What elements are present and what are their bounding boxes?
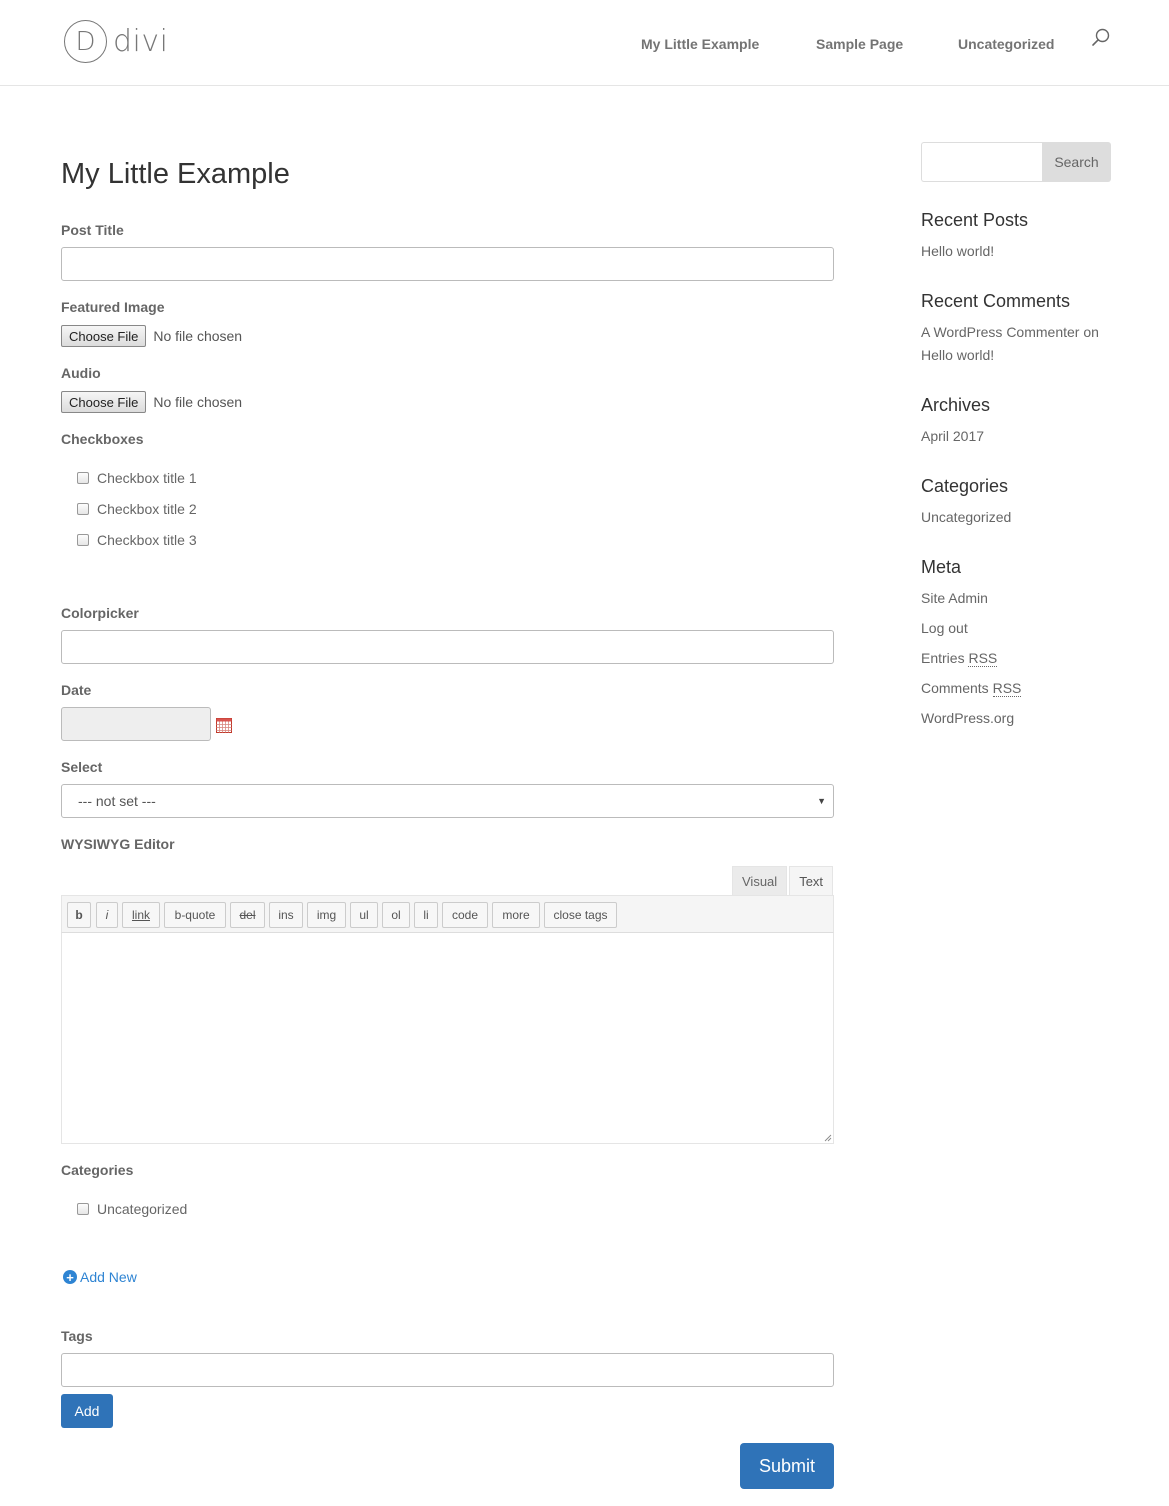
checkboxes-label: Checkboxes [61,431,144,447]
recent-posts-heading: Recent Posts [921,210,1029,230]
recent-post-link[interactable]: Hello world! [921,243,994,259]
toolbar-img-button[interactable]: img [307,902,346,928]
recent-comments-heading: Recent Comments [921,291,1071,311]
colorpicker-label: Colorpicker [61,605,139,621]
toolbar-del-button[interactable]: del [230,902,265,928]
comments-label: Comments [921,680,989,696]
archive-link[interactable]: April 2017 [921,428,984,444]
checkbox-label: Checkbox title 3 [97,532,197,548]
meta-heading: Meta [921,557,962,577]
category-item-uncategorized[interactable]: Uncategorized [77,1201,187,1217]
tab-visual[interactable]: Visual [732,866,788,896]
nav-item-sample-page[interactable]: Sample Page [816,36,903,52]
toolbar-bold-button[interactable]: b [67,902,91,928]
sidebar-category-link[interactable]: Uncategorized [921,509,1011,525]
audio-label: Audio [61,365,101,381]
toolbar-close-tags-button[interactable]: close tags [544,902,617,928]
wysiwyg-label: WYSIWYG Editor [61,836,175,852]
archives-heading: Archives [921,395,991,415]
checkbox-item-2[interactable]: Checkbox title 2 [77,501,197,517]
toolbar-ol-button[interactable]: ol [382,902,410,928]
featured-image-label: Featured Image [61,299,165,315]
toolbar-ul-button[interactable]: ul [350,902,378,928]
checkbox[interactable] [77,534,89,546]
recent-comment-line: A WordPress Commenter on [921,324,1099,340]
resize-handle-icon[interactable] [824,1134,832,1142]
categories-label: Categories [61,1162,134,1178]
select-dropdown[interactable]: --- not set --- ▼ [61,784,834,818]
plus-circle-icon: + [63,1270,77,1284]
toolbar-li-button[interactable]: li [414,902,438,928]
site-header: D divi My Little Example Sample Page Unc… [0,0,1169,86]
calendar-icon[interactable] [216,718,232,733]
meta-entries-rss-link[interactable]: Entries RSS [921,650,998,667]
rss-abbr: RSS [992,680,1022,697]
featured-image-file-status: No file chosen [153,328,243,344]
meta-wordpress-org-link[interactable]: WordPress.org [921,710,1014,726]
toolbar-italic-button[interactable]: i [96,902,118,928]
checkbox-item-1[interactable]: Checkbox title 1 [77,470,197,486]
editor-toolbar: b i link b-quote del ins img ul ol li co… [61,895,834,933]
nav-item-my-little-example[interactable]: My Little Example [641,36,759,52]
page-title: My Little Example [61,158,290,190]
tags-input[interactable] [61,1353,834,1387]
featured-image-choose-file-button[interactable]: Choose File [61,325,147,347]
tab-text[interactable]: Text [789,866,834,896]
select-value: --- not set --- [78,793,156,809]
audio-file: Choose File No file chosen [61,391,242,413]
post-title-label: Post Title [61,222,124,238]
recent-comment-author-link[interactable]: A WordPress Commenter [921,324,1079,340]
date-label: Date [61,682,92,698]
checkbox-label: Checkbox title 2 [97,501,197,517]
toolbar-code-button[interactable]: code [442,902,488,928]
colorpicker-input[interactable] [61,630,834,664]
toolbar-bquote-button[interactable]: b-quote [164,902,226,928]
editor-tabs: Visual Text [730,866,834,896]
meta-log-out-link[interactable]: Log out [921,620,968,636]
sidebar-search-button[interactable]: Search [1042,142,1111,182]
recent-comment-on: on [1083,324,1099,340]
checkbox[interactable] [77,1203,89,1215]
audio-file-status: No file chosen [153,394,243,410]
checkbox[interactable] [77,472,89,484]
add-new-label: Add New [80,1269,137,1285]
audio-choose-file-button[interactable]: Choose File [61,391,147,413]
add-new-category-link[interactable]: + Add New [63,1269,137,1285]
meta-site-admin-link[interactable]: Site Admin [921,590,988,606]
toolbar-link-button[interactable]: link [122,902,160,928]
checkbox[interactable] [77,503,89,515]
submit-button[interactable]: Submit [740,1443,834,1489]
main-nav: My Little Example Sample Page Uncategori… [0,36,1169,56]
select-label: Select [61,759,103,775]
post-title-input[interactable] [61,247,834,281]
tags-label: Tags [61,1328,93,1344]
checkbox-label: Checkbox title 1 [97,470,197,486]
sidebar-categories-heading: Categories [921,476,1009,496]
chevron-down-icon: ▼ [817,796,826,806]
recent-comment-post-link[interactable]: Hello world! [921,347,994,363]
sidebar-search-input[interactable] [921,142,1042,182]
date-input[interactable] [61,707,211,741]
sidebar-search: Search [921,142,1111,182]
add-tag-button[interactable]: Add [61,1394,113,1428]
meta-comments-rss-link[interactable]: Comments RSS [921,680,1022,697]
toolbar-ins-button[interactable]: ins [269,902,303,928]
entries-label: Entries [921,650,965,666]
rss-abbr: RSS [968,650,998,667]
search-icon[interactable] [1091,28,1111,48]
nav-item-uncategorized[interactable]: Uncategorized [958,36,1054,52]
editor-textarea[interactable] [61,932,834,1144]
toolbar-more-button[interactable]: more [492,902,540,928]
checkbox-label: Uncategorized [97,1201,188,1217]
checkbox-item-3[interactable]: Checkbox title 3 [77,532,197,548]
featured-image-file: Choose File No file chosen [61,325,242,347]
